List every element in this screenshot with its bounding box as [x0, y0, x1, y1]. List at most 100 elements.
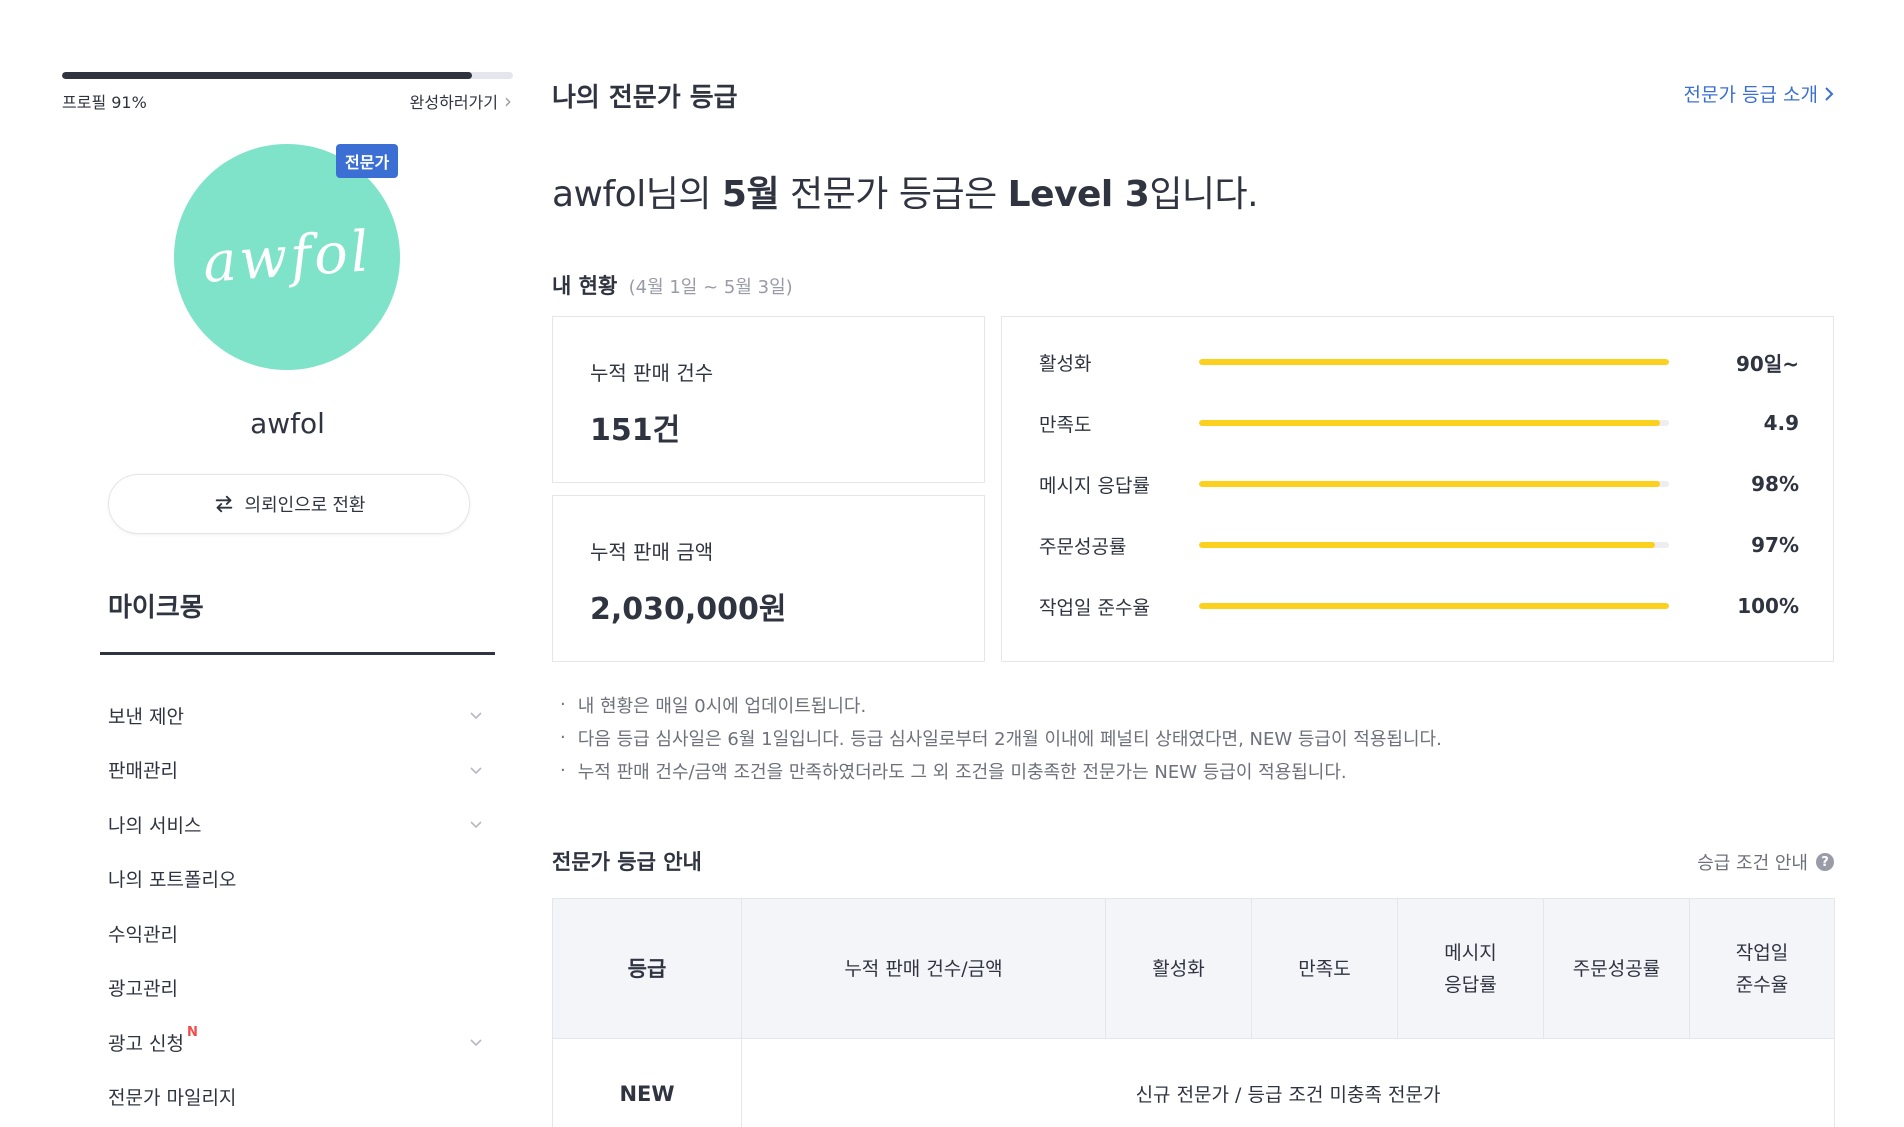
- grade-table-header: 메시지 응답률: [1397, 898, 1544, 1039]
- note-item: 내 현황은 매일 0시에 업데이트됩니다.: [560, 688, 1442, 721]
- metric-bar-fill: [1199, 603, 1669, 609]
- chevron-right-icon: ›: [504, 89, 512, 113]
- metric-row: 활성화 90일~: [1039, 347, 1799, 377]
- metric-bar-fill: [1199, 359, 1669, 365]
- metric-row: 작업일 준수율 100%: [1039, 591, 1799, 621]
- profile-progress-fill: [62, 72, 473, 79]
- section-divider: [100, 652, 495, 655]
- metric-bar: [1199, 603, 1669, 609]
- sidebar-item-label-wrap: 전문가 마일리지: [108, 1083, 236, 1110]
- sidebar-item-label: 광고 신청: [108, 1032, 184, 1055]
- metric-bar-fill: [1199, 542, 1655, 548]
- sidebar-item[interactable]: 판매관리: [108, 743, 483, 798]
- status-notes: 내 현황은 매일 0시에 업데이트됩니다.다음 등급 심사일은 6월 1일입니다…: [560, 688, 1442, 787]
- sidebar-item-label: 전문가 마일리지: [108, 1087, 237, 1110]
- sidebar-item[interactable]: 광고 신청 N: [108, 1015, 483, 1070]
- avatar-logo-text: awfol: [200, 218, 374, 296]
- promotion-condition-label: 승급 조건 안내: [1697, 853, 1808, 874]
- promotion-condition-link[interactable]: 승급 조건 안내 ?: [1697, 849, 1834, 875]
- sales-amount-card: 누적 판매 금액 2,030,000원: [552, 495, 985, 662]
- sidebar-item-label: 수익관리: [108, 923, 178, 946]
- sales-count-value: 151건: [590, 413, 681, 448]
- sidebar-menu: 보낸 제안판매관리나의 서비스나의 포트폴리오수익관리광고관리광고 신청 N 전문가…: [108, 688, 483, 1127]
- sidebar-item-label-wrap: 광고관리: [108, 974, 178, 1001]
- metric-row: 주문성공률 97%: [1039, 530, 1799, 560]
- status-title-label: 내 현황: [552, 274, 618, 298]
- sales-amount-label: 누적 판매 금액: [590, 540, 714, 564]
- chevron-right-icon: [1825, 86, 1834, 101]
- grade-table-header-row: 등급 누적 판매 건수/금액 활성화 만족도 메시지 응답률 주문성공률 작업일 준수율: [552, 898, 1835, 1039]
- sidebar-item-label: 판매관리: [108, 760, 178, 783]
- help-icon: ?: [1816, 853, 1834, 871]
- sidebar-item[interactable]: 전문가 마일리지: [108, 1070, 483, 1125]
- sales-count-card: 누적 판매 건수 151건: [552, 316, 985, 483]
- metric-bar: [1199, 420, 1669, 426]
- grade-table-header: 누적 판매 건수/금액: [741, 898, 1106, 1039]
- grade-guide-title: 전문가 등급 안내: [552, 850, 702, 874]
- grade-table-header: 작업일 준수율: [1689, 898, 1835, 1039]
- sidebar-item-label: 광고관리: [108, 978, 178, 1001]
- sidebar-item-label: 나의 포트폴리오: [108, 869, 237, 892]
- grade-table-header: 주문성공률: [1543, 898, 1690, 1039]
- sidebar-item[interactable]: 광고관리: [108, 961, 483, 1016]
- chevron-down-icon: [470, 821, 482, 829]
- switch-to-client-label: 의뢰인으로 전환: [244, 495, 366, 515]
- sales-count-label: 누적 판매 건수: [590, 361, 714, 385]
- metric-label: 작업일 준수율: [1039, 596, 1150, 619]
- sidebar-item[interactable]: 나의 서비스: [108, 797, 483, 852]
- metric-value: 90일~: [1736, 351, 1799, 376]
- metric-bar-fill: [1199, 481, 1660, 487]
- headline-text-2: 전문가 등급은: [779, 174, 1008, 215]
- grade-desc-cell: 신규 전문가 / 등급 조건 미충족 전문가: [741, 1038, 1835, 1127]
- page-title: 나의 전문가 등급: [552, 83, 738, 113]
- sidebar-item-label: 나의 서비스: [108, 814, 202, 837]
- metric-bar: [1199, 542, 1669, 548]
- metrics-card: 활성화 90일~ 만족도 4.9 메시지 응답률 98% 주문성공률 97% 작업일 준수율 10…: [1001, 316, 1834, 662]
- username: awfol: [250, 407, 325, 440]
- headline-text-1: 님의: [645, 174, 722, 215]
- swap-arrows-icon: [215, 495, 232, 513]
- grade-table-row: NEW 신규 전문가 / 등급 조건 미충족 전문가: [552, 1038, 1835, 1127]
- grade-table-header: 등급: [552, 898, 742, 1039]
- chevron-down-icon: [470, 1039, 482, 1047]
- grade-cell: NEW: [552, 1038, 742, 1127]
- sidebar-item-label-wrap: 수익관리: [108, 920, 178, 947]
- metric-label: 만족도: [1039, 413, 1092, 436]
- switch-to-client-button[interactable]: 의뢰인으로 전환: [108, 474, 470, 534]
- expert-badge: 전문가: [336, 144, 399, 178]
- new-mark: N: [186, 1024, 198, 1040]
- sidebar-item[interactable]: 수익관리: [108, 906, 483, 961]
- complete-profile-link-label: 완성하러가기: [409, 93, 498, 112]
- status-title: 내 현황 (4월 1일 ~ 5월 3일): [552, 270, 793, 300]
- metric-bar-fill: [1199, 420, 1660, 426]
- sidebar: 프로필 91% 완성하러가기 › awfol 전문가 awfol 의뢰인으로 전…: [62, 72, 513, 1109]
- sidebar-item-label-wrap: 판매관리: [108, 756, 178, 783]
- status-period: (4월 1일 ~ 5월 3일): [628, 277, 793, 298]
- metric-row: 메시지 응답률 98%: [1039, 469, 1799, 499]
- profile-progress-bar: [62, 72, 513, 79]
- complete-profile-link[interactable]: 완성하러가기 ›: [410, 89, 512, 113]
- headline-month: 5월: [721, 174, 780, 215]
- metric-value: 98%: [1751, 472, 1799, 496]
- chevron-down-icon: [470, 767, 482, 774]
- sidebar-item[interactable]: 보낸 제안: [108, 688, 483, 743]
- metric-value: 100%: [1737, 594, 1799, 618]
- sidebar-item-label: 보낸 제안: [108, 705, 184, 728]
- sidebar-section-title: 마이크몽: [108, 593, 204, 623]
- metric-label: 메시지 응답률: [1039, 474, 1150, 497]
- note-item: 다음 등급 심사일은 6월 1일입니다. 등급 심사일로부터 2개월 이내에 페…: [560, 721, 1442, 754]
- grade-headline: awfol님의 5월 전문가 등급은 Level 3입니다.: [552, 165, 1259, 217]
- metric-bar: [1199, 359, 1669, 365]
- metric-value: 4.9: [1763, 411, 1799, 435]
- headline-level: Level 3: [1007, 174, 1150, 215]
- headline-name: awfol: [552, 174, 646, 215]
- grade-table: 등급 누적 판매 건수/금액 활성화 만족도 메시지 응답률 주문성공률 작업일 준수율 NEW…: [552, 898, 1835, 1127]
- sidebar-item[interactable]: 나의 포트폴리오: [108, 852, 483, 907]
- sidebar-item-label-wrap: 광고 신청 N: [108, 1025, 198, 1056]
- sidebar-item-label-wrap: 나의 서비스: [108, 811, 201, 838]
- grade-intro-link-label: 전문가 등급 소개: [1683, 84, 1818, 106]
- sidebar-item-label-wrap: 보낸 제안: [108, 702, 184, 729]
- sidebar-item-label-wrap: 나의 포트폴리오: [108, 865, 236, 892]
- metric-value: 97%: [1751, 533, 1799, 557]
- grade-intro-link[interactable]: 전문가 등급 소개: [1684, 80, 1834, 107]
